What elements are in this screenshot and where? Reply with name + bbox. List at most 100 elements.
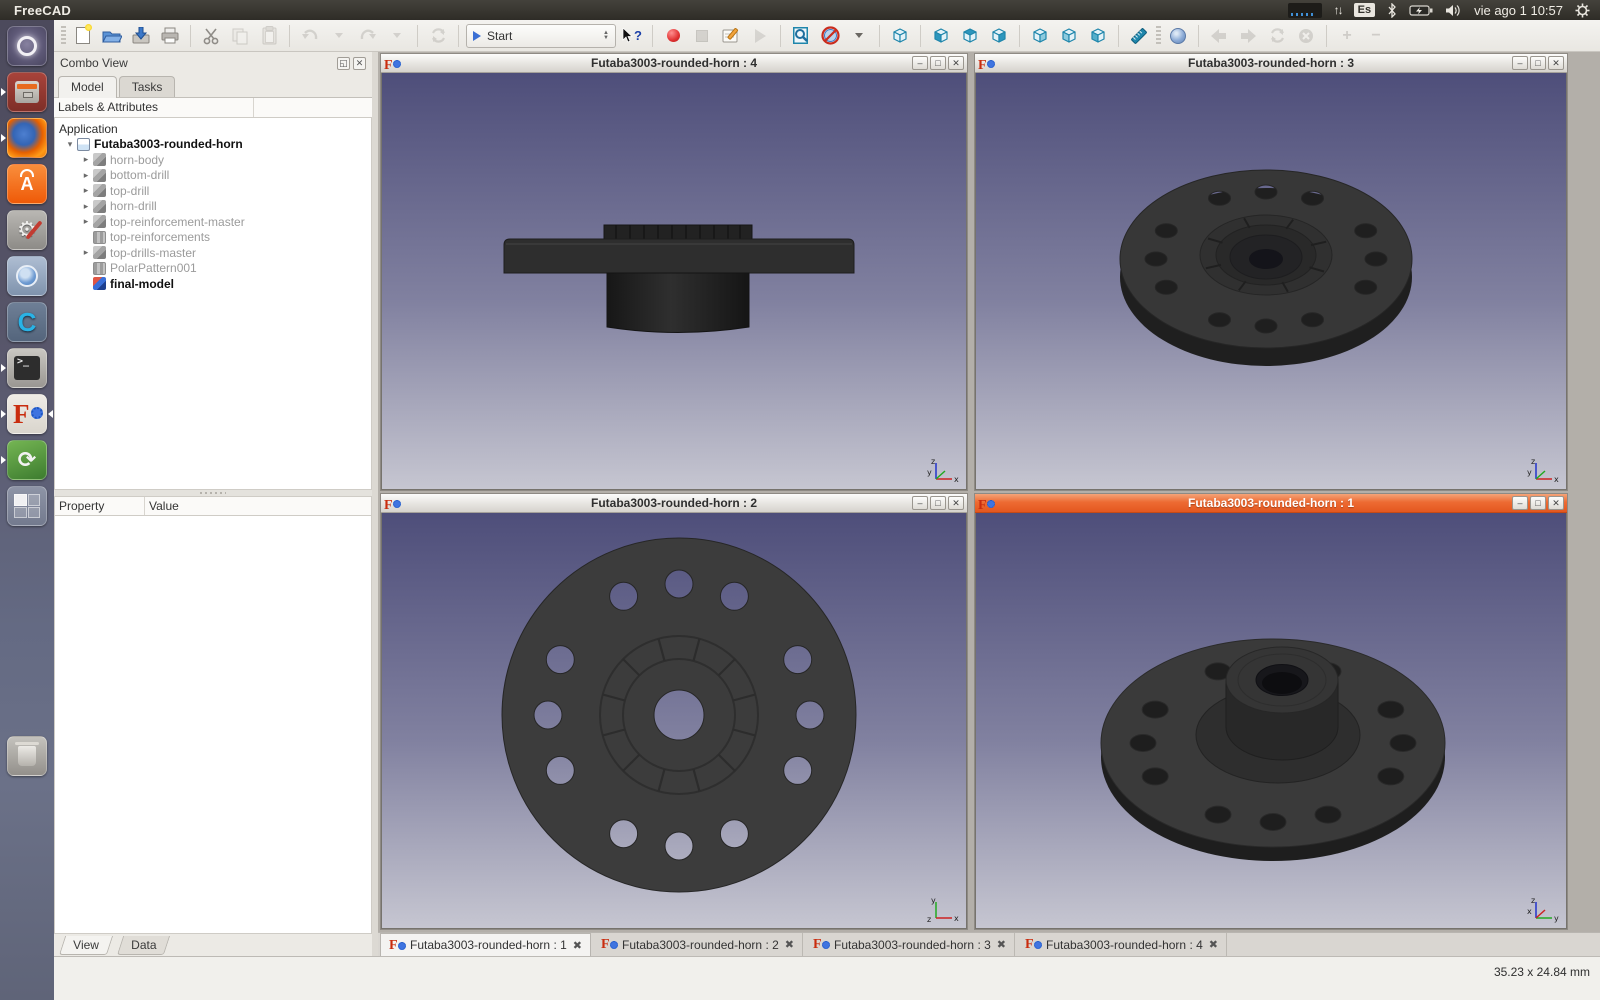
macro-edit-button[interactable] (718, 23, 744, 49)
draw-style-button[interactable] (817, 23, 843, 49)
close-button[interactable]: ✕ (1548, 56, 1564, 70)
window-titlebar[interactable]: F Futaba3003-rounded-horn : 1 ‒ □ ✕ (975, 494, 1567, 513)
expander-icon[interactable]: ▸ (81, 185, 91, 196)
launcher-freecad[interactable]: F (7, 394, 47, 434)
launcher-workspace-switcher[interactable] (7, 486, 47, 526)
close-tab-icon[interactable]: ✖ (1209, 938, 1218, 951)
window-titlebar[interactable]: F Futaba3003-rounded-horn : 2 ‒ □ ✕ (381, 494, 967, 513)
expander-icon[interactable]: ▸ (81, 201, 91, 212)
expander-icon[interactable]: ▸ (81, 170, 91, 181)
expander-icon[interactable]: ▸ (81, 247, 91, 258)
view-right-button[interactable] (986, 23, 1012, 49)
maximize-button[interactable]: □ (1530, 56, 1546, 70)
tab-model[interactable]: Model (58, 76, 117, 98)
tree-item[interactable]: ▸horn-drill (55, 199, 371, 215)
maximize-button[interactable]: □ (930, 496, 946, 510)
launcher-chromium[interactable] (7, 256, 47, 296)
system-monitor-indicator[interactable] (1288, 3, 1322, 18)
view-left-button[interactable] (1085, 23, 1111, 49)
tree-item[interactable]: ▸horn-body (55, 152, 371, 168)
clock[interactable]: vie ago 1 10:57 (1474, 3, 1563, 18)
expander-icon[interactable]: ▸ (81, 216, 91, 227)
maximize-button[interactable]: □ (930, 56, 946, 70)
close-tab-icon[interactable]: ✖ (785, 938, 794, 951)
cut-button[interactable] (198, 23, 224, 49)
window-titlebar[interactable]: F Futaba3003-rounded-horn : 4 ‒ □ ✕ (381, 54, 967, 73)
new-document-button[interactable] (70, 23, 96, 49)
launcher-trash[interactable] (7, 736, 47, 776)
minimize-button[interactable]: ‒ (1512, 56, 1528, 70)
minimize-button[interactable]: ‒ (912, 496, 928, 510)
tab-view[interactable]: View (59, 936, 113, 955)
doc-tab-4[interactable]: F Futaba3003-rounded-horn : 4✖ (1017, 933, 1227, 956)
float-panel-button[interactable]: ◱ (337, 57, 350, 70)
tab-data[interactable]: Data (117, 936, 171, 955)
minimize-button[interactable]: ‒ (1512, 496, 1528, 510)
view-bottom-button[interactable] (1056, 23, 1082, 49)
close-tab-icon[interactable]: ✖ (573, 939, 582, 952)
property-header: Property Value (54, 496, 372, 516)
whats-this-button[interactable]: ? (619, 23, 645, 49)
close-button[interactable]: ✕ (948, 56, 964, 70)
launcher-c-app[interactable]: C (7, 302, 47, 342)
tree-document[interactable]: ▾ Futaba3003-rounded-horn (55, 137, 371, 153)
view-front-button[interactable] (928, 23, 954, 49)
tree-item[interactable]: ▸top-reinforcement-master (55, 214, 371, 230)
launcher-ubuntu-dash[interactable] (7, 26, 47, 66)
expander-icon[interactable]: ▸ (81, 154, 91, 165)
tree-item[interactable]: ▸top-drills-master (55, 245, 371, 261)
measure-distance-button[interactable] (1126, 23, 1152, 49)
tab-tasks[interactable]: Tasks (119, 76, 176, 97)
property-editor[interactable] (54, 516, 372, 934)
3d-viewport[interactable]: zxy (381, 73, 967, 490)
tree-root[interactable]: Application (55, 121, 371, 137)
tree-item[interactable]: PolarPattern001 (55, 261, 371, 277)
close-button[interactable]: ✕ (1548, 496, 1564, 510)
minimize-button[interactable]: ‒ (912, 56, 928, 70)
sound-icon[interactable] (1445, 4, 1462, 17)
launcher-firefox[interactable] (7, 118, 47, 158)
launcher-terminal[interactable]: >_ (7, 348, 47, 388)
svg-text:z: z (1531, 896, 1535, 905)
network-arrows-icon[interactable]: ↑↓ (1334, 3, 1342, 17)
3d-viewport[interactable]: yxz (381, 513, 967, 929)
panel-splitter[interactable] (54, 490, 372, 496)
tree-item[interactable]: final-model (55, 276, 371, 292)
tree-item[interactable]: top-reinforcements (55, 230, 371, 246)
3d-viewport[interactable]: zxy (975, 73, 1567, 490)
close-tab-icon[interactable]: ✖ (997, 938, 1006, 951)
maximize-button[interactable]: □ (1530, 496, 1546, 510)
doc-tab-1[interactable]: F Futaba3003-rounded-horn : 1✖ (380, 933, 591, 956)
open-document-button[interactable] (99, 23, 125, 49)
view-axonometric-button[interactable] (887, 23, 913, 49)
workbench-selector[interactable]: Start ▲▼ (466, 24, 616, 48)
doc-tab-3[interactable]: F Futaba3003-rounded-horn : 3✖ (805, 933, 1015, 956)
doc-tab-2[interactable]: F Futaba3003-rounded-horn : 2✖ (593, 933, 803, 956)
battery-icon[interactable] (1409, 4, 1433, 17)
save-document-button[interactable] (128, 23, 154, 49)
view-rear-button[interactable] (1027, 23, 1053, 49)
web-browser-button[interactable] (1165, 23, 1191, 49)
session-gear-icon[interactable] (1575, 3, 1590, 18)
close-button[interactable]: ✕ (948, 496, 964, 510)
3d-viewport[interactable]: zyx (975, 513, 1567, 929)
window-titlebar[interactable]: F Futaba3003-rounded-horn : 3 ‒ □ ✕ (975, 54, 1567, 73)
launcher-software-center[interactable]: A (7, 164, 47, 204)
toolbar-handle[interactable] (1156, 26, 1161, 46)
expander-open-icon[interactable]: ▾ (65, 139, 75, 150)
bluetooth-icon[interactable] (1387, 3, 1397, 18)
tree-item[interactable]: ▸top-drill (55, 183, 371, 199)
close-panel-button[interactable]: ✕ (353, 57, 366, 70)
tree-column-header: Labels & Attributes (54, 98, 372, 118)
draw-style-dropdown[interactable] (846, 23, 872, 49)
print-button[interactable] (157, 23, 183, 49)
toolbar-handle[interactable] (61, 26, 66, 46)
launcher-files[interactable] (7, 72, 47, 112)
launcher-software-updater[interactable]: ⟳ (7, 440, 47, 480)
launcher-system-settings[interactable]: ⚙ (7, 210, 47, 250)
tree-item[interactable]: ▸bottom-drill (55, 168, 371, 184)
macro-record-button[interactable] (660, 23, 686, 49)
keyboard-layout-indicator[interactable]: Es (1354, 3, 1375, 17)
view-top-button[interactable] (957, 23, 983, 49)
fit-all-button[interactable] (788, 23, 814, 49)
